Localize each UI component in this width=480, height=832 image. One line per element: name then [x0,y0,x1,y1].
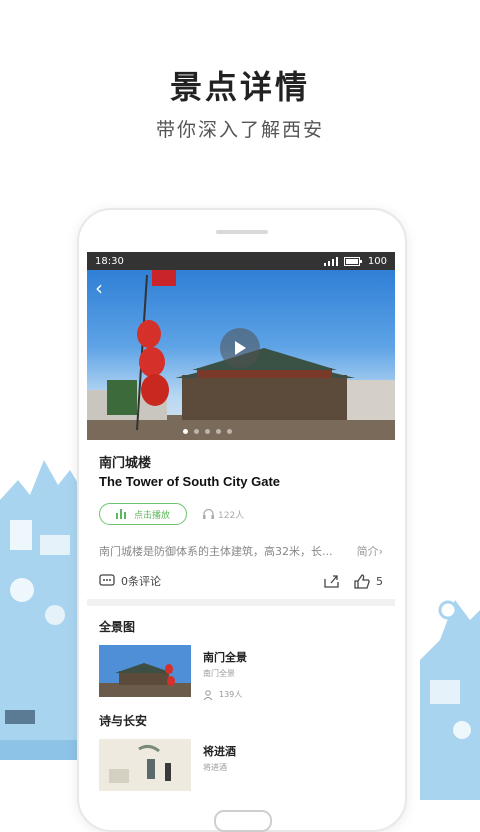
item-title: 南门全景 [203,651,247,664]
battery-level: 100 [367,255,387,267]
audio-wave-icon [115,509,126,519]
promo-title: 景点详情 [169,68,310,106]
spot-info: 南门城楼 The Tower of South City Gate 点击播放 1… [87,440,395,589]
intro-link[interactable]: 简介› [357,543,383,559]
spot-name-cn: 南门城楼 [99,456,152,471]
list-item[interactable]: 南门全景 南门全景 139人 [99,645,383,700]
left-city-illustration [0,460,82,760]
status-time: 18:30 [95,255,124,267]
status-bar: 18:30 100 [87,252,395,270]
listen-count: 122人 [218,510,245,521]
panorama-thumbnail [99,645,191,697]
audio-play-label: 点击播放 [133,510,170,521]
signal-icon [323,256,338,266]
item-title: 将进酒 [203,745,236,758]
back-chevron-icon[interactable]: ‹ [95,276,103,300]
item-subtitle: 将进酒 [203,763,227,772]
comment-icon [99,574,115,586]
comment-button[interactable]: 0条评论 [99,573,161,589]
chevron-right-icon: › [378,545,383,558]
item-subtitle: 南门全景 [203,669,235,678]
spot-description: 南门城楼是防御体系的主体建筑，高32米，长... [99,545,333,558]
phone-home-button[interactable] [214,810,272,832]
section-title: 全景图 [99,620,136,634]
thumbs-up-icon [354,573,370,589]
share-icon[interactable] [324,574,340,588]
carousel-indicator [183,429,232,434]
phone-speaker [216,230,268,234]
carousel-dot[interactable] [227,429,232,434]
person-icon [203,689,213,700]
hero-image[interactable]: ‹ [87,270,395,440]
section-divider [87,599,395,606]
audio-play-button[interactable]: 点击播放 [99,503,187,525]
video-play-button[interactable] [220,328,260,368]
panorama-section: 全景图 南门全景 南门全景 139人 [87,606,395,700]
section-title: 诗与长安 [99,714,148,728]
poetry-thumbnail [99,739,191,791]
spot-name-en: The Tower of South City Gate [99,474,281,489]
app-screen: 18:30 100 ‹ 南门城楼 The Tower of South City… [87,252,395,812]
headphones-icon [203,509,214,519]
description-row[interactable]: 南门城楼是防御体系的主体建筑，高32米，长... 简介› [99,543,383,559]
carousel-dot[interactable] [194,429,199,434]
carousel-dot[interactable] [216,429,221,434]
list-item[interactable]: 将进酒 将进酒 [99,739,383,791]
carousel-dot[interactable] [183,429,188,434]
play-icon [235,341,246,355]
battery-icon [343,256,362,266]
right-city-illustration [420,600,480,800]
poetry-section: 诗与长安 将进酒 将进酒 [87,700,395,791]
like-count: 5 [376,574,383,588]
comment-count: 0条评论 [121,575,161,588]
view-count: 139人 [219,690,243,699]
phone-frame: 18:30 100 ‹ 南门城楼 The Tower of South City… [77,208,407,832]
carousel-dot[interactable] [205,429,210,434]
like-button[interactable]: 5 [354,573,383,589]
promo-subtitle: 带你深入了解西安 [155,119,324,141]
